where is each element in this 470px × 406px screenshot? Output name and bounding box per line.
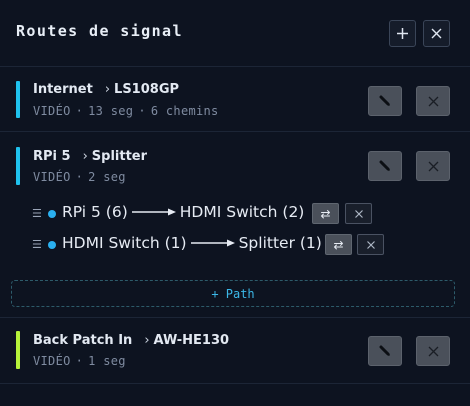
close-panel-button[interactable] bbox=[423, 20, 450, 47]
route-path-count: 6 chemins bbox=[150, 104, 219, 118]
segment-row[interactable]: ☰ RPi 5 (6) HDMI Switch (2) ⇄ bbox=[0, 201, 470, 227]
edit-route-button[interactable] bbox=[368, 86, 402, 116]
edit-route-button[interactable] bbox=[368, 151, 402, 181]
segment-text: RPi 5 (6) HDMI Switch (2) bbox=[62, 203, 304, 221]
panel-header: Routes de signal bbox=[0, 0, 470, 67]
route-meta: VIDÉO · 1 seg bbox=[33, 354, 126, 368]
route-name: RPi 5 › Splitter bbox=[33, 149, 147, 164]
edit-route-button[interactable] bbox=[368, 336, 402, 366]
segment-from: RPi 5 (6) bbox=[62, 203, 128, 221]
add-route-button[interactable] bbox=[389, 20, 416, 47]
pencil-icon bbox=[379, 95, 391, 107]
route-source: Back Patch In bbox=[33, 333, 133, 348]
delete-route-button[interactable] bbox=[416, 336, 450, 366]
swap-segment-button[interactable]: ⇄ bbox=[312, 203, 339, 224]
route-type: VIDÉO bbox=[33, 354, 71, 368]
segment-arrow-icon bbox=[131, 208, 176, 216]
route-segment-count: 1 seg bbox=[88, 354, 126, 368]
route-arrow-icon: › bbox=[82, 149, 88, 164]
x-icon bbox=[428, 96, 438, 106]
drag-handle-icon[interactable]: ☰ bbox=[32, 207, 42, 220]
segment-arrow-icon bbox=[190, 239, 235, 247]
route-accent-bar bbox=[16, 147, 20, 185]
segment-to: Splitter (1) bbox=[238, 234, 322, 252]
swap-segment-button[interactable]: ⇄ bbox=[325, 234, 352, 255]
route-meta: VIDÉO · 2 seg bbox=[33, 170, 126, 184]
delete-route-button[interactable] bbox=[416, 151, 450, 181]
route-destination: AW-HE130 bbox=[153, 333, 230, 348]
segment-row[interactable]: ☰ HDMI Switch (1) Splitter (1) ⇄ bbox=[0, 232, 470, 258]
x-icon bbox=[428, 346, 438, 356]
x-icon bbox=[354, 209, 363, 218]
route-accent-bar bbox=[16, 331, 20, 369]
route-segment-count: 13 seg bbox=[88, 104, 134, 118]
segment-dot bbox=[48, 241, 56, 249]
route-segment-count: 2 seg bbox=[88, 170, 126, 184]
swap-icon: ⇄ bbox=[320, 206, 331, 221]
route-item[interactable]: Internet › LS108GP VIDÉO · 13 seg · 6 chemins bbox=[0, 67, 470, 132]
route-destination: Splitter bbox=[91, 149, 148, 164]
route-type: VIDÉO bbox=[33, 170, 71, 184]
route-source: RPi 5 bbox=[33, 149, 71, 164]
remove-segment-button[interactable] bbox=[345, 203, 372, 224]
route-arrow-icon: › bbox=[144, 333, 150, 348]
remove-segment-button[interactable] bbox=[357, 234, 384, 255]
x-icon bbox=[366, 240, 375, 249]
signal-routes-panel: Routes de signal Internet › LS108GP VIDÉO ·… bbox=[0, 0, 470, 406]
route-accent-bar bbox=[16, 81, 20, 118]
route-arrow-icon: › bbox=[104, 82, 111, 97]
plus-icon bbox=[397, 28, 408, 39]
drag-handle-icon[interactable]: ☰ bbox=[32, 238, 42, 251]
close-icon bbox=[431, 28, 442, 39]
segment-to: HDMI Switch (2) bbox=[179, 203, 305, 221]
swap-icon: ⇄ bbox=[333, 237, 344, 252]
route-type: VIDÉO bbox=[33, 104, 71, 118]
segment-dot bbox=[48, 210, 56, 218]
pencil-icon bbox=[379, 160, 391, 172]
x-icon bbox=[428, 161, 438, 171]
delete-route-button[interactable] bbox=[416, 86, 450, 116]
panel-title: Routes de signal bbox=[16, 22, 183, 40]
segment-text: HDMI Switch (1) Splitter (1) bbox=[62, 234, 322, 252]
segment-from: HDMI Switch (1) bbox=[62, 234, 187, 252]
route-meta: VIDÉO · 13 seg · 6 chemins bbox=[33, 104, 219, 118]
route-source: Internet bbox=[33, 82, 93, 97]
route-name: Back Patch In › AW-HE130 bbox=[33, 333, 229, 348]
route-item[interactable]: Back Patch In › AW-HE130 VIDÉO · 1 seg bbox=[0, 318, 470, 384]
pencil-icon bbox=[379, 345, 391, 357]
route-name: Internet › LS108GP bbox=[33, 82, 179, 97]
route-destination: LS108GP bbox=[114, 82, 180, 97]
add-path-button[interactable]: + Path bbox=[11, 280, 455, 307]
